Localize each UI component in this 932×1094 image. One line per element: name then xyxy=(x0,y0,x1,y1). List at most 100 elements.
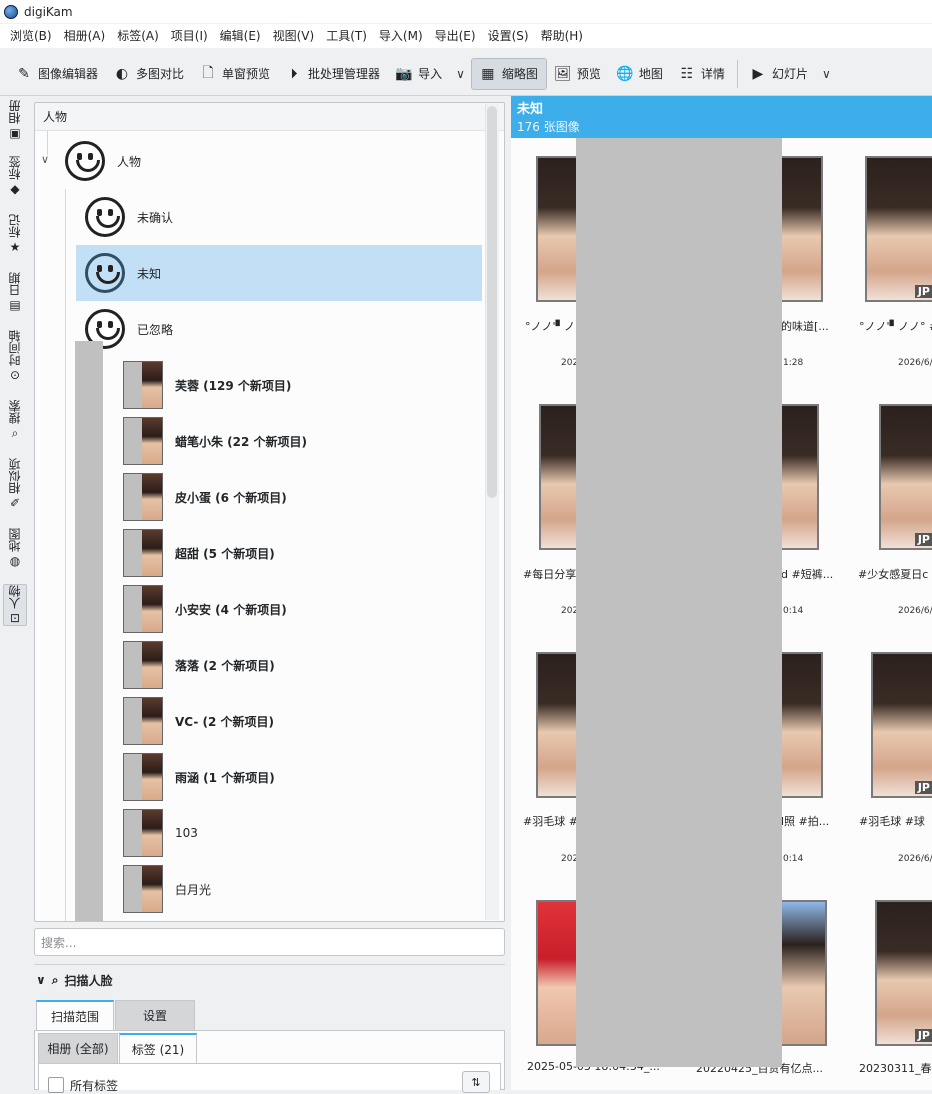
tab-scan-scope[interactable]: 扫描范围 xyxy=(36,1000,114,1030)
tree-item-person[interactable]: 落落 (2 个新项目) xyxy=(75,637,483,693)
details-list-icon: ☷ xyxy=(680,65,694,82)
all-tags-checkbox[interactable] xyxy=(48,1077,64,1093)
tree-scrollbar-handle[interactable] xyxy=(487,106,497,498)
sidetab-map[interactable]: 地图 ◍ xyxy=(3,528,27,568)
tree-item-label: 落落 (2 个新项目) xyxy=(175,658,275,673)
compare-label: 多图对比 xyxy=(136,67,185,81)
sidetab-dates[interactable]: 日期 ▤ xyxy=(3,272,27,312)
batch-manager-button[interactable]: ⏵ 批处理管理器 xyxy=(278,58,388,90)
menu-item[interactable]: 项目(I) xyxy=(165,24,214,48)
tree-item-root-people[interactable]: 人物 xyxy=(65,133,141,189)
menu-tools[interactable]: 工具(T) xyxy=(320,24,373,48)
play-circle-icon: ⏵ xyxy=(290,65,298,82)
tree-item-label: 小安安 (4 个新项目) xyxy=(175,602,287,617)
tree-item-unknown[interactable]: 未知 xyxy=(76,245,482,301)
jpg-badge: JP xyxy=(914,533,932,546)
tree-item-person[interactable]: 蜡笔小朱 (22 个新项目) xyxy=(75,413,483,469)
tree-item-unconfirmed[interactable]: 未确认 xyxy=(75,189,483,245)
thumbnail-caption: °ノノ'▘ノノ° #夏 xyxy=(859,320,932,333)
single-preview-button[interactable]: 🗋 单窗预览 xyxy=(192,58,278,90)
tree-item-person[interactable]: 白月光 xyxy=(75,861,483,917)
tree-item-ignored[interactable]: 已忽略 xyxy=(75,301,483,357)
person-face-thumbnail xyxy=(123,417,163,465)
sidetab-similar[interactable]: 相似项 ✐ xyxy=(3,458,27,510)
sidetab-timeline[interactable]: 时间轴 ⊙ xyxy=(3,330,27,382)
jpg-badge: JP xyxy=(914,285,932,298)
preview-button[interactable]: 🖼 预览 xyxy=(547,58,609,90)
sidetab-search-label: 搜索 xyxy=(8,400,22,424)
camera-icon: 📷 xyxy=(395,65,413,82)
menu-browse[interactable]: 浏览(B) xyxy=(4,24,58,48)
chevron-down-icon: ∨ xyxy=(36,973,46,987)
search-icon: ⌕ xyxy=(11,426,19,440)
smiley-face-icon xyxy=(85,197,125,237)
import-dropdown-chevron-icon[interactable]: ∨ xyxy=(450,67,471,81)
sidetab-search[interactable]: 搜索 ⌕ xyxy=(3,400,27,441)
menu-settings[interactable]: 设置(S) xyxy=(482,24,535,48)
main-toolbar: ✎ 图像编辑器 ◐ 多图对比 🗋 单窗预览 ⏵ 批处理管理器 📷 导入 ∨ ▦ … xyxy=(0,52,932,96)
map-button[interactable]: 🌐 地图 xyxy=(609,58,671,90)
thumbnail-image[interactable]: JP xyxy=(871,652,932,798)
menu-bar: 浏览(B) 相册(A) 标签(A) 项目(I) 编辑(E) 视图(V) 工具(T… xyxy=(0,24,932,48)
tree-item-person[interactable]: 雨涵 (1 个新项目) xyxy=(75,749,483,805)
album-header: 未知 176 张图像 xyxy=(511,96,932,138)
people-tree-panel: 人物 ∧ ∨ 人物 未确认 未知 已忽略 芙蓉 (129 个新项目) 蜡笔小朱 … xyxy=(34,102,505,922)
menu-view[interactable]: 视图(V) xyxy=(267,24,321,48)
map-label: 地图 xyxy=(638,67,663,81)
thumbnail-caption: #少女感夏日c xyxy=(858,568,929,581)
single-preview-label: 单窗预览 xyxy=(222,67,271,81)
sidetab-tags[interactable]: 标签 ◆ xyxy=(3,156,27,196)
sidetab-labels-label: 标记 xyxy=(8,214,22,238)
slideshow-dropdown-chevron-icon[interactable]: ∨ xyxy=(816,67,837,81)
thumbnail-caption: 20230311_春 xyxy=(859,1062,932,1075)
all-tags-label: 所有标签 xyxy=(70,1079,119,1093)
tree-item-person[interactable]: VC- (2 个新项目) xyxy=(75,693,483,749)
sidetab-labels[interactable]: 标记 ★ xyxy=(3,214,27,254)
subtab-albums[interactable]: 相册 (全部) xyxy=(38,1033,118,1063)
globe-icon: ◍ xyxy=(9,554,21,568)
thumbnail-date: 1:28 xyxy=(783,358,804,368)
person-face-thumbnail xyxy=(123,529,163,577)
scan-faces-header[interactable]: ∨ ⌕ 扫描人脸 xyxy=(34,970,505,990)
tree-expand-chevron-icon[interactable]: ∨ xyxy=(41,153,49,166)
tree-item-person[interactable]: 芙蓉 (129 个新项目) xyxy=(75,357,483,413)
people-search-input[interactable]: 搜索... xyxy=(34,928,505,956)
contrast-icon: ◐ xyxy=(115,65,129,82)
thumbnail-caption: #羽毛球 #球 xyxy=(859,815,925,828)
image-icon: 🖼 xyxy=(554,65,572,82)
menu-tag[interactable]: 标签(A) xyxy=(111,24,165,48)
people-panel-header[interactable]: 人物 ∧ xyxy=(35,103,504,131)
compare-button[interactable]: ◐ 多图对比 xyxy=(106,58,192,90)
tree-item-person[interactable]: 皮小蛋 (6 个新项目) xyxy=(75,469,483,525)
thumbnails-button[interactable]: ▦ 缩略图 xyxy=(470,57,547,90)
tree-item-label: 人物 xyxy=(117,154,142,169)
menu-import[interactable]: 导入(M) xyxy=(373,24,429,48)
divider xyxy=(34,964,505,965)
menu-help[interactable]: 帮助(H) xyxy=(535,24,589,48)
subtab-tags[interactable]: 标签 (21) xyxy=(119,1033,197,1063)
person-face-thumbnail xyxy=(123,585,163,633)
calendar-icon: ▤ xyxy=(9,298,21,312)
sidetab-similar-label: 相似项 xyxy=(8,458,22,494)
sidetab-people[interactable]: 人物 ⊡ xyxy=(3,584,27,626)
sidetab-albums[interactable]: 相册 ▣ xyxy=(3,100,27,140)
details-button[interactable]: ☷ 详情 xyxy=(671,58,733,90)
album-icon: ▣ xyxy=(9,126,21,140)
import-button[interactable]: 📷 导入 xyxy=(388,58,450,90)
menu-album[interactable]: 相册(A) xyxy=(58,24,112,48)
slideshow-button[interactable]: ▶ 幻灯片 xyxy=(742,58,816,90)
tree-item-person[interactable]: 小安安 (4 个新项目) xyxy=(75,581,483,637)
tab-settings[interactable]: 设置 xyxy=(115,1000,195,1030)
sidetab-tags-label: 标签 xyxy=(8,156,22,180)
thumbnail-image[interactable]: JP xyxy=(879,404,932,550)
image-editor-button[interactable]: ✎ 图像编辑器 xyxy=(8,58,106,90)
thumbnail-image[interactable]: JP xyxy=(865,156,932,302)
thumbnail-date: 2026/6/ xyxy=(898,854,932,864)
tree-item-person[interactable]: 超甜 (5 个新项目) xyxy=(75,525,483,581)
menu-edit[interactable]: 编辑(E) xyxy=(214,24,267,48)
menu-export[interactable]: 导出(E) xyxy=(429,24,482,48)
thumbnail-image[interactable]: JP xyxy=(875,900,932,1046)
thumbnail-date: 0:14 xyxy=(783,854,804,864)
person-face-thumbnail xyxy=(123,473,163,521)
tree-item-person[interactable]: 103 xyxy=(75,805,483,861)
